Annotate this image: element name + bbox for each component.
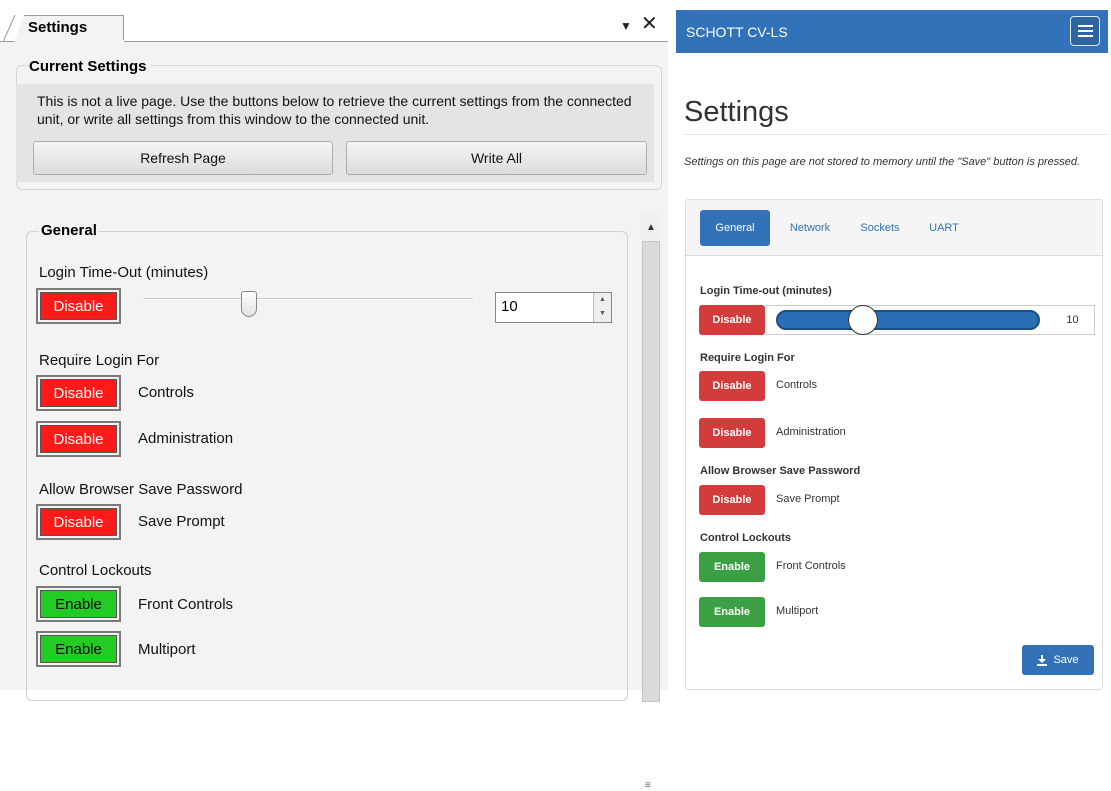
require-login-label: Require Login For [39,352,160,369]
web-save-prompt-toggle[interactable]: Disable [699,485,765,515]
web-login-timeout-slider[interactable] [776,310,1040,330]
administration-toggle-label: Disable [40,425,117,453]
pane-divider [668,0,676,690]
navbar: SCHOTT CV-LS [676,10,1108,53]
web-controls-toggle[interactable]: Disable [699,371,765,401]
login-timeout-slider-thumb[interactable] [241,291,257,317]
web-front-controls-label: Front Controls [776,560,846,572]
scrollbar-thumb[interactable] [642,241,660,702]
browser-save-label: Allow Browser Save Password [39,481,243,498]
close-icon[interactable]: ✕ [641,14,658,34]
info-text: This is not a live page. Use the buttons… [37,93,632,127]
save-prompt-toggle[interactable]: Disable [36,504,121,540]
tab-settings-label: Settings [28,19,88,36]
controls-toggle-label: Disable [40,379,117,407]
desktop-settings-window: Settings ▼ ✕ Current Settings This is no… [0,0,668,791]
scroll-up-icon[interactable]: ▲ [646,222,656,233]
current-settings-title: Current Settings [29,58,151,75]
vertical-scrollbar[interactable]: ▲ ≡ [641,212,661,791]
front-controls-toggle-label: Enable [40,590,117,618]
web-front-controls-toggle[interactable]: Enable [699,552,765,582]
general-title: General [39,222,99,239]
save-note: Settings on this page are not stored to … [684,156,1081,168]
chevron-down-icon[interactable]: ▼ [620,19,632,33]
administration-toggle[interactable]: Disable [36,421,121,457]
spin-buttons[interactable]: ▲ ▼ [593,293,611,322]
tab-general[interactable]: General [700,210,770,246]
web-administration-toggle[interactable]: Disable [699,418,765,448]
tab-corner [3,15,16,42]
control-lockouts-label: Control Lockouts [39,562,152,579]
web-multiport-toggle[interactable]: Enable [699,597,765,627]
web-controls-label: Controls [776,379,817,391]
menu-icon[interactable] [1070,16,1100,46]
grip-icon: ≡ [645,780,651,791]
web-save-prompt-label: Save Prompt [776,493,840,505]
controls-label: Controls [138,384,194,401]
login-timeout-toggle-label: Disable [40,292,117,320]
web-control-lockouts-label: Control Lockouts [700,532,792,544]
web-login-timeout-toggle[interactable]: Disable [699,305,765,335]
login-timeout-spinbox[interactable]: 10 ▲ ▼ [495,292,612,323]
web-settings-page: SCHOTT CV-LS Settings Settings on this p… [676,0,1111,690]
web-browser-save-label: Allow Browser Save Password [700,465,861,477]
title-rule [684,134,1108,135]
login-timeout-value: 10 [501,298,518,315]
multiport-toggle[interactable]: Enable [36,631,121,667]
save-button-label: Save [1053,654,1079,666]
front-controls-toggle[interactable]: Enable [36,586,121,622]
multiport-label: Multiport [138,641,196,658]
save-button[interactable]: Save [1022,645,1094,675]
tab-network[interactable]: Network [782,210,838,246]
tab-strip: Settings ▼ ✕ [0,0,668,43]
administration-label: Administration [138,430,234,447]
tab-sockets[interactable]: Sockets [854,210,906,246]
save-prompt-toggle-label: Disable [40,508,117,536]
web-require-login-label: Require Login For [700,352,795,364]
web-login-timeout-label: Login Time-out (minutes) [700,285,832,297]
web-login-timeout-value[interactable]: 10 [1051,305,1095,335]
save-prompt-label: Save Prompt [138,513,225,530]
tab-uart[interactable]: UART [922,210,966,246]
web-multiport-label: Multiport [776,605,819,617]
brand[interactable]: SCHOTT CV-LS [686,24,788,40]
download-icon [1037,654,1048,666]
front-controls-label: Front Controls [138,596,234,613]
multiport-toggle-label: Enable [40,635,117,663]
refresh-page-button[interactable]: Refresh Page [33,141,333,175]
login-timeout-slider-track[interactable] [143,298,473,300]
controls-toggle[interactable]: Disable [36,375,121,411]
web-administration-label: Administration [776,426,846,438]
login-timeout-toggle[interactable]: Disable [36,288,121,324]
page-title: Settings [684,96,789,128]
panel-tabs: General Network Sockets UART [686,200,1102,256]
web-login-timeout-knob[interactable] [848,305,878,335]
login-timeout-label: Login Time-Out (minutes) [39,264,209,281]
write-all-button[interactable]: Write All [346,141,647,175]
tab-active-gap [14,40,124,43]
